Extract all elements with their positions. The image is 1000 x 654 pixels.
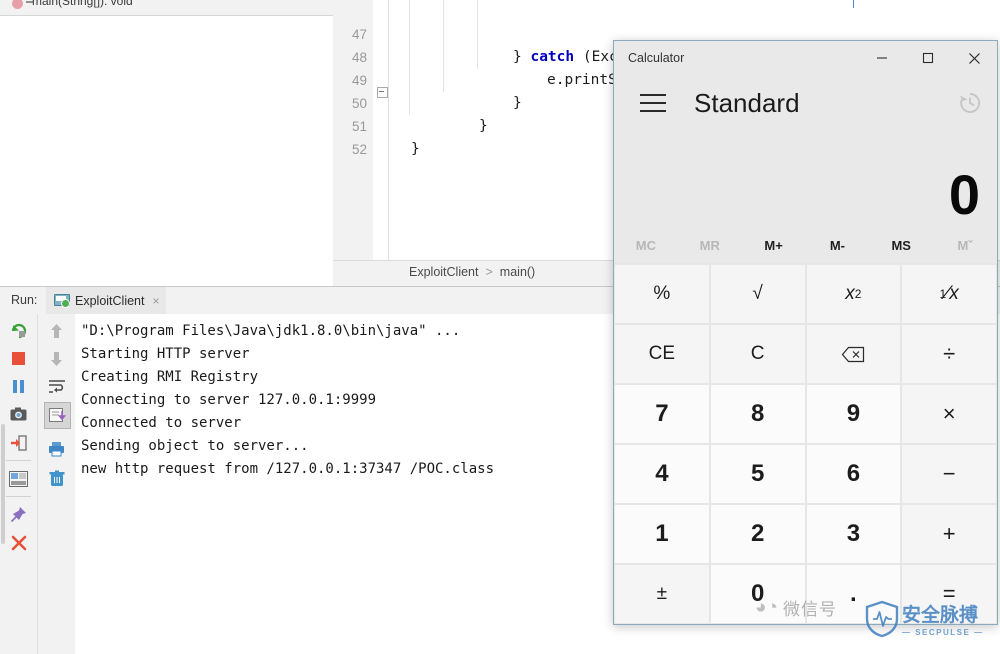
rerun-icon[interactable] <box>6 318 31 343</box>
digit-4-key[interactable]: 4 <box>615 445 709 503</box>
digit-5-key[interactable]: 5 <box>710 445 805 503</box>
memory-recall-button[interactable]: MR <box>678 238 742 253</box>
breadcrumb-class[interactable]: ExploitClient <box>409 265 478 279</box>
toolbar-divider <box>6 496 31 497</box>
calculator-titlebar[interactable]: Calculator <box>614 41 997 75</box>
run-toolbar-secondary <box>37 314 75 654</box>
line-number: 52 <box>351 142 367 157</box>
equals-key[interactable]: = <box>902 565 996 623</box>
console-layout-icon[interactable] <box>6 466 31 491</box>
memory-add-button[interactable]: M+ <box>742 238 806 253</box>
minimize-button[interactable] <box>859 41 905 75</box>
clear-key[interactable]: C <box>710 325 805 383</box>
close-icon[interactable]: × <box>152 294 159 308</box>
history-icon[interactable] <box>957 90 983 116</box>
digit-6-key[interactable]: 6 <box>806 445 901 503</box>
calculator-mode-label: Standard <box>694 87 800 118</box>
window-controls <box>859 41 997 75</box>
soft-wrap-icon[interactable] <box>44 374 69 399</box>
memory-button-row: MC MR M+ M- MS Mˇ <box>614 227 997 263</box>
thread-dump-icon[interactable] <box>6 402 31 427</box>
display-value: 0 <box>948 163 980 226</box>
add-key[interactable]: + <box>902 505 996 563</box>
code-line[interactable]: 47 } catch (Exception e) { <box>333 0 1000 65</box>
close-button[interactable] <box>951 41 997 75</box>
breadcrumb-method[interactable]: main() <box>500 265 535 279</box>
digit-0-key[interactable]: 0 <box>710 565 805 623</box>
run-configuration-icon <box>54 294 70 308</box>
code-fold-marker[interactable] <box>377 87 388 98</box>
percent-key[interactable]: % <box>615 265 709 323</box>
clear-entry-key[interactable]: CE <box>615 325 709 383</box>
square-key[interactable]: x2 <box>806 265 901 323</box>
structure-panel-strip: main(String[]): void <box>0 0 333 15</box>
digit-2-key[interactable]: 2 <box>710 505 805 563</box>
calculator-window[interactable]: Calculator Standard 0 MC MR M+ M- MS Mˇ … <box>613 40 998 625</box>
console-scrollbar[interactable] <box>0 314 6 654</box>
memory-clear-button[interactable]: MC <box>614 238 678 253</box>
digit-7-key[interactable]: 7 <box>615 385 709 443</box>
method-icon <box>12 0 23 9</box>
run-tab-label: ExploitClient <box>75 293 145 308</box>
console-line-text: "D:\Program Files\Java\jdk1.8.0\bin\java… <box>81 323 461 339</box>
breadcrumb[interactable]: ExploitClient > main() <box>409 265 535 279</box>
negate-key[interactable]: ± <box>615 565 709 623</box>
exit-icon[interactable] <box>6 430 31 455</box>
structure-item-main[interactable]: main(String[]): void <box>32 0 133 8</box>
window-title: Calculator <box>628 51 685 65</box>
breadcrumb-separator: > <box>485 265 493 279</box>
subtract-key[interactable]: − <box>902 445 996 503</box>
print-icon[interactable] <box>44 436 69 461</box>
clear-all-icon[interactable] <box>44 466 69 491</box>
multiply-key[interactable]: × <box>902 385 996 443</box>
maximize-button[interactable] <box>905 41 951 75</box>
pin-tab-icon[interactable] <box>6 502 31 527</box>
scrollbar-thumb[interactable] <box>1 424 5 544</box>
toolbar-divider <box>6 460 31 461</box>
pause-icon[interactable] <box>6 374 31 399</box>
decimal-key[interactable]: . <box>806 565 901 623</box>
backspace-key[interactable] <box>806 325 901 383</box>
calculator-keypad: % √ x2 1 ⁄x CE C ÷ 7 8 9 × 4 5 6 − 1 2 3 … <box>614 263 997 624</box>
digit-3-key[interactable]: 3 <box>806 505 901 563</box>
selection-highlight <box>853 0 854 8</box>
calculator-header: Standard <box>614 75 997 131</box>
run-panel-label: Run: <box>11 293 38 307</box>
digit-8-key[interactable]: 8 <box>710 385 805 443</box>
divide-key[interactable]: ÷ <box>902 325 996 383</box>
scroll-to-end-icon[interactable] <box>44 402 71 429</box>
structure-panel-body <box>0 15 334 261</box>
scroll-up-icon[interactable] <box>44 318 69 343</box>
stop-icon[interactable] <box>6 346 31 371</box>
run-tab-exploitclient[interactable]: ExploitClient × <box>46 287 166 314</box>
close-icon[interactable] <box>6 530 31 555</box>
memory-subtract-button[interactable]: M- <box>805 238 869 253</box>
reciprocal-key[interactable]: 1 ⁄x <box>902 265 996 323</box>
memory-list-button[interactable]: Mˇ <box>933 238 997 253</box>
digit-1-key[interactable]: 1 <box>615 505 709 563</box>
digit-9-key[interactable]: 9 <box>806 385 901 443</box>
calculator-display: 0 <box>614 131 997 227</box>
scroll-down-icon[interactable] <box>44 346 69 371</box>
memory-store-button[interactable]: MS <box>869 238 933 253</box>
hamburger-menu-icon[interactable] <box>640 94 666 112</box>
sqrt-key[interactable]: √ <box>710 265 805 323</box>
